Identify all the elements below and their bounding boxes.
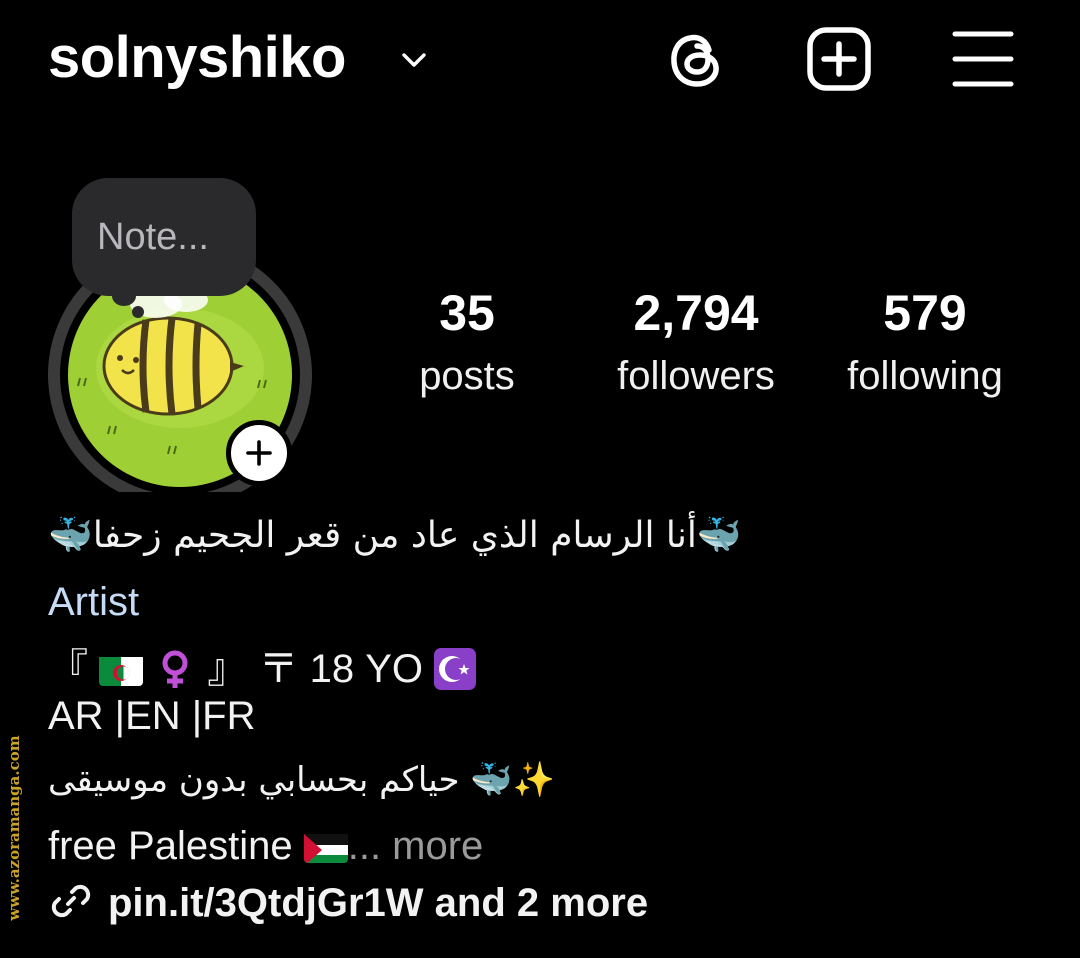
note-bubble-tail-small [132, 306, 144, 318]
female-sign-icon [154, 648, 196, 690]
link-icon [51, 884, 91, 918]
add-story-button[interactable] [226, 420, 292, 486]
bio-more-link[interactable]: ... more [348, 824, 484, 868]
hamburger-menu-icon[interactable] [950, 26, 1016, 92]
algeria-flag-icon [99, 654, 144, 686]
posts-label: posts [419, 354, 515, 398]
following-count: 579 [883, 285, 967, 341]
posts-stat[interactable]: 35 posts [357, 284, 577, 410]
plus-icon [246, 440, 272, 466]
note-bubble-tail [112, 286, 136, 306]
username-switcher[interactable]: solnyshiko [48, 24, 346, 91]
bio-languages: AR |EN |FR [48, 694, 256, 738]
bio-age-text: 』 〒 18 YO [207, 647, 423, 691]
following-label: following [847, 354, 1003, 398]
svg-text:www.azoramanga.com: www.azoramanga.com [6, 735, 23, 921]
following-stat[interactable]: 579 following [815, 284, 1035, 410]
followers-count: 2,794 [633, 285, 759, 341]
bio-line-age: 『 』 〒 18 YO [48, 636, 477, 694]
note-placeholder: Note... [97, 216, 209, 258]
plus-square-icon[interactable] [806, 26, 872, 92]
bio-line-palestine: free Palestine ... more [48, 824, 483, 869]
bio-palestine-text: free Palestine [48, 824, 293, 868]
watermark: www.azoramanga.com [6, 735, 23, 921]
chevron-down-icon[interactable] [398, 44, 430, 76]
palestine-flag-icon [303, 831, 348, 863]
top-bar: solnyshiko [0, 0, 1080, 125]
followers-label: followers [617, 354, 775, 398]
posts-count: 35 [439, 285, 495, 341]
bio-line-arabic-intro: 🐳أنا الرسام الذي عاد من قعر الجحيم زحفا🐳 [48, 515, 742, 556]
profile-category: Artist [48, 580, 140, 624]
bio-link[interactable]: pin.it/3QtdjGr1W and 2 more [48, 878, 648, 926]
bio-bracket-open: 『 [48, 647, 88, 691]
followers-stat[interactable]: 2,794 followers [586, 284, 806, 410]
threads-icon[interactable] [664, 26, 730, 92]
star-and-crescent-icon [434, 648, 477, 690]
bio-line-arabic-welcome: حياكم بحسابي بدون موسيقى 🐳✨ [48, 760, 556, 800]
bio-link-text: pin.it/3QtdjGr1W and 2 more [108, 881, 649, 925]
